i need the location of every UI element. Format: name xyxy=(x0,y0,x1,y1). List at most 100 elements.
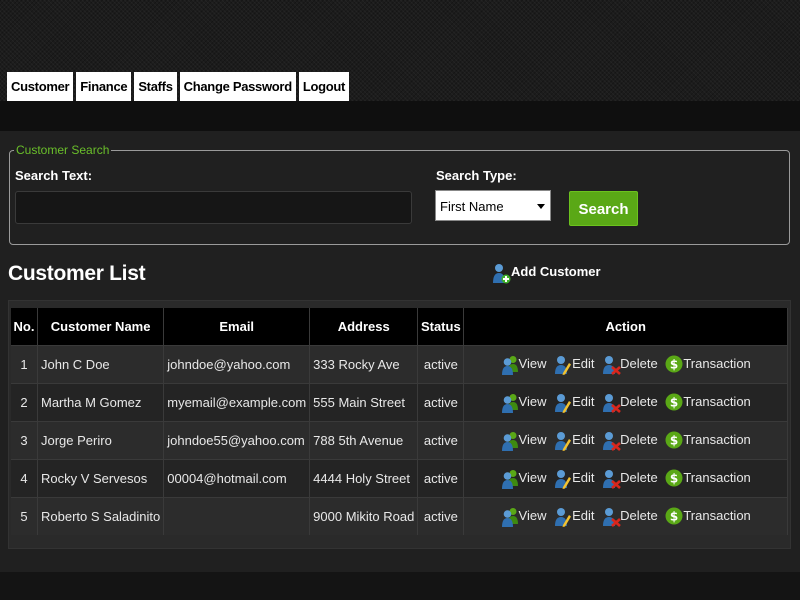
users-icon xyxy=(501,355,518,375)
view-action[interactable]: View xyxy=(501,355,547,375)
search-button[interactable]: Search xyxy=(569,191,638,226)
cell-actions: View Edit Delete $ Transaction xyxy=(463,383,788,422)
table-header-row: No. Customer Name Email Address Status A… xyxy=(11,308,788,346)
cell-address: 333 Rocky Ave xyxy=(309,345,419,384)
edit-label: Edit xyxy=(572,431,595,447)
delete-label: Delete xyxy=(620,469,658,485)
users-icon xyxy=(501,393,518,413)
transaction-label: Transaction xyxy=(683,469,751,485)
main-nav: Customer Finance Staffs Change Password … xyxy=(7,72,350,101)
nav-underline-band xyxy=(0,101,800,131)
transaction-action[interactable]: $ Transaction xyxy=(665,355,751,372)
user-edit-icon xyxy=(554,469,572,489)
cell-status: active xyxy=(417,345,465,384)
search-text-input[interactable] xyxy=(15,191,412,224)
column-header-name: Customer Name xyxy=(37,308,165,346)
tab-customer[interactable]: Customer xyxy=(7,72,74,101)
svg-text:$: $ xyxy=(670,471,678,485)
cell-email: 00004@hotmail.com xyxy=(163,459,311,498)
edit-action[interactable]: Edit xyxy=(554,507,595,527)
edit-label: Edit xyxy=(572,355,595,371)
tab-finance[interactable]: Finance xyxy=(76,72,132,101)
column-header-status: Status xyxy=(417,308,465,346)
cell-no: 5 xyxy=(11,497,38,535)
cell-actions: View Edit Delete $ Transaction xyxy=(463,345,788,384)
delete-action[interactable]: Delete xyxy=(602,355,658,375)
delete-action[interactable]: Delete xyxy=(602,507,658,527)
customer-search-panel: Customer Search Search Text: Search Type… xyxy=(9,143,790,245)
cell-address: 555 Main Street xyxy=(309,383,419,422)
user-delete-icon xyxy=(602,393,621,413)
user-delete-icon xyxy=(602,469,621,489)
dollar-coin-icon: $ xyxy=(665,507,683,524)
cell-customer-name: Martha M Gomez xyxy=(37,383,165,422)
user-delete-icon xyxy=(602,431,621,451)
cell-no: 3 xyxy=(11,421,38,460)
transaction-action[interactable]: $ Transaction xyxy=(665,507,751,524)
transaction-action[interactable]: $ Transaction xyxy=(665,431,751,448)
view-label: View xyxy=(518,355,547,371)
user-edit-icon xyxy=(554,355,572,375)
view-label: View xyxy=(518,393,547,409)
cell-status: active xyxy=(417,421,465,460)
cell-customer-name: Jorge Periro xyxy=(37,421,165,460)
delete-action[interactable]: Delete xyxy=(602,393,658,413)
search-type-select[interactable]: First Name xyxy=(435,190,551,221)
dollar-coin-icon: $ xyxy=(665,431,683,448)
customer-table-container: No. Customer Name Email Address Status A… xyxy=(8,300,791,549)
view-label: View xyxy=(518,469,547,485)
add-customer-button[interactable]: Add Customer xyxy=(492,263,601,284)
view-action[interactable]: View xyxy=(501,431,547,451)
cell-email: johndoe55@yahoo.com xyxy=(163,421,311,460)
tab-logout[interactable]: Logout xyxy=(298,72,350,101)
svg-text:$: $ xyxy=(670,357,678,371)
cell-address: 9000 Mikito Road xyxy=(309,497,419,535)
users-icon xyxy=(501,469,518,489)
delete-action[interactable]: Delete xyxy=(602,431,658,451)
cell-no: 2 xyxy=(11,383,38,422)
cell-actions: View Edit Delete $ Transaction xyxy=(463,497,788,535)
table-row: 3 Jorge Periro johndoe55@yahoo.com 788 5… xyxy=(11,421,788,460)
add-customer-label: Add Customer xyxy=(511,264,601,279)
tab-staffs[interactable]: Staffs xyxy=(134,72,177,101)
dollar-coin-icon: $ xyxy=(665,469,683,486)
cell-status: active xyxy=(417,459,465,498)
svg-text:$: $ xyxy=(670,433,678,447)
view-label: View xyxy=(518,507,547,523)
transaction-label: Transaction xyxy=(683,431,751,447)
column-header-no: No. xyxy=(11,308,38,346)
edit-action[interactable]: Edit xyxy=(554,355,595,375)
delete-label: Delete xyxy=(620,355,658,371)
cell-email: johndoe@yahoo.com xyxy=(163,345,311,384)
tab-change-password[interactable]: Change Password xyxy=(179,72,296,101)
transaction-label: Transaction xyxy=(683,355,751,371)
cell-no: 1 xyxy=(11,345,38,384)
view-action[interactable]: View xyxy=(501,469,547,489)
column-header-action: Action xyxy=(463,308,788,346)
svg-text:$: $ xyxy=(670,395,678,409)
cell-no: 4 xyxy=(11,459,38,498)
edit-action[interactable]: Edit xyxy=(554,431,595,451)
page-title: Customer List xyxy=(8,262,146,285)
table-row: 1 John C Doe johndoe@yahoo.com 333 Rocky… xyxy=(11,345,788,384)
delete-action[interactable]: Delete xyxy=(602,469,658,489)
cell-address: 4444 Holy Street xyxy=(309,459,419,498)
cell-actions: View Edit Delete $ Transaction xyxy=(463,421,788,460)
table-row: 2 Martha M Gomez myemail@example.com 555… xyxy=(11,383,788,422)
user-delete-icon xyxy=(602,507,621,527)
edit-action[interactable]: Edit xyxy=(554,469,595,489)
transaction-label: Transaction xyxy=(683,507,751,523)
user-edit-icon xyxy=(554,431,572,451)
cell-email xyxy=(163,497,311,535)
table-row: 4 Rocky V Servesos 00004@hotmail.com 444… xyxy=(11,459,788,498)
table-body: 1 John C Doe johndoe@yahoo.com 333 Rocky… xyxy=(11,345,788,535)
view-action[interactable]: View xyxy=(501,507,547,527)
edit-action[interactable]: Edit xyxy=(554,393,595,413)
cell-email: myemail@example.com xyxy=(163,383,311,422)
view-action[interactable]: View xyxy=(501,393,547,413)
cell-customer-name: Rocky V Servesos xyxy=(37,459,165,498)
transaction-action[interactable]: $ Transaction xyxy=(665,393,751,410)
transaction-action[interactable]: $ Transaction xyxy=(665,469,751,486)
view-label: View xyxy=(518,431,547,447)
transaction-label: Transaction xyxy=(683,393,751,409)
